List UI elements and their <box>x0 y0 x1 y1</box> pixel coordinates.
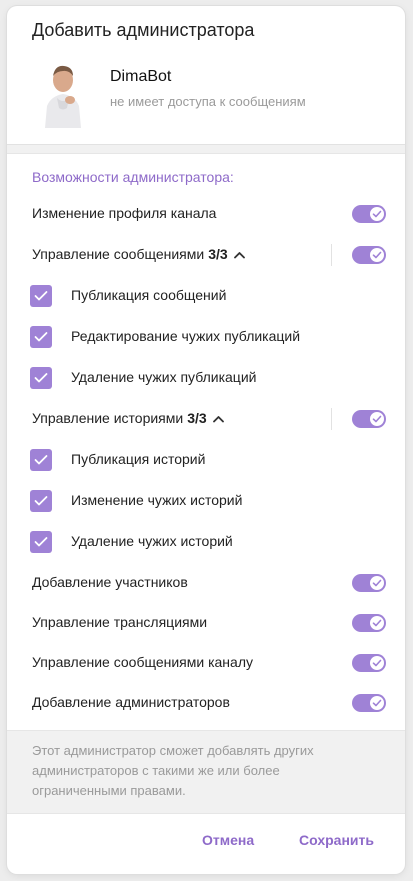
sub-permission-publish-stories[interactable]: Публикация историй <box>7 443 405 477</box>
permission-toggle[interactable] <box>352 410 386 428</box>
add-admin-dialog: Добавить администратора DimaBot не имеет… <box>7 6 405 874</box>
permission-label: Добавление администраторов <box>32 694 230 710</box>
sub-permission-label: Редактирование чужих публикаций <box>71 328 301 344</box>
sub-permission-edit-stories[interactable]: Изменение чужих историй <box>7 484 405 518</box>
check-icon <box>369 206 385 222</box>
check-icon <box>34 537 48 547</box>
permission-label: Управление трансляциями <box>32 614 208 630</box>
permission-toggle[interactable] <box>352 694 386 712</box>
check-icon <box>34 291 48 301</box>
check-icon <box>369 575 385 591</box>
check-icon <box>34 496 48 506</box>
permission-toggle[interactable] <box>352 246 386 264</box>
permission-label: Управление историями 3/3 <box>32 410 224 426</box>
checkbox[interactable] <box>30 285 52 307</box>
sub-permission-label: Изменение чужих историй <box>71 492 243 508</box>
bot-name: DimaBot <box>110 68 172 85</box>
check-icon <box>34 332 48 342</box>
sub-permission-label: Удаление чужих историй <box>71 533 233 549</box>
permission-name: Управление сообщениями <box>32 246 205 262</box>
checkbox[interactable] <box>30 531 52 553</box>
checkbox[interactable] <box>30 449 52 471</box>
permission-row-manage-channel-messages[interactable]: Управление сообщениями каналу <box>7 646 405 680</box>
checkbox[interactable] <box>30 326 52 348</box>
permission-row-add-members[interactable]: Добавление участников <box>7 566 405 600</box>
permission-toggle[interactable] <box>352 205 386 223</box>
checkbox[interactable] <box>30 367 52 389</box>
divider <box>7 144 405 154</box>
section-title: Возможности администратора: <box>32 169 234 185</box>
avatar <box>37 56 89 128</box>
permission-count: 3/3 <box>208 246 228 262</box>
sub-permission-label: Публикация историй <box>71 451 206 467</box>
permission-row-manage-streams[interactable]: Управление трансляциями <box>7 606 405 640</box>
cancel-button[interactable]: Отмена <box>202 832 254 848</box>
divider <box>331 408 332 430</box>
sub-permission-label: Публикация сообщений <box>71 287 227 303</box>
check-icon <box>369 247 385 263</box>
permission-row-manage-stories[interactable]: Управление историями 3/3 <box>7 402 405 436</box>
footer-note: Этот администратор сможет добавлять друг… <box>32 743 314 798</box>
permission-label: Управление сообщениями каналу <box>32 654 253 670</box>
permission-toggle[interactable] <box>352 614 386 632</box>
sub-permission-edit-messages[interactable]: Редактирование чужих публикаций <box>7 320 405 354</box>
permission-label: Добавление участников <box>32 574 188 590</box>
check-icon <box>369 615 385 631</box>
permission-count: 3/3 <box>187 410 207 426</box>
sub-permission-publish-messages[interactable]: Публикация сообщений <box>7 279 405 313</box>
checkbox[interactable] <box>30 490 52 512</box>
permission-name: Управление историями <box>32 410 184 426</box>
check-icon <box>34 455 48 465</box>
chevron-up-icon[interactable] <box>233 247 245 262</box>
permission-toggle[interactable] <box>352 574 386 592</box>
dialog-title: Добавить администратора <box>32 20 255 40</box>
divider <box>331 244 332 266</box>
check-icon <box>369 695 385 711</box>
sub-permission-label: Удаление чужих публикаций <box>71 369 257 385</box>
permission-row-add-admins[interactable]: Добавление администраторов <box>7 686 405 720</box>
permission-row-change-profile[interactable]: Изменение профиля канала <box>7 197 405 231</box>
check-icon <box>369 411 385 427</box>
avatar-image <box>37 56 89 128</box>
chevron-up-icon[interactable] <box>212 411 224 426</box>
permission-row-manage-messages[interactable]: Управление сообщениями 3/3 <box>7 238 405 272</box>
permission-label: Управление сообщениями 3/3 <box>32 246 245 262</box>
check-icon <box>369 655 385 671</box>
save-button[interactable]: Сохранить <box>299 832 374 848</box>
footer-info: Этот администратор сможет добавлять друг… <box>7 730 405 814</box>
permission-label: Изменение профиля канала <box>32 205 217 221</box>
check-icon <box>34 373 48 383</box>
sub-permission-delete-stories[interactable]: Удаление чужих историй <box>7 525 405 559</box>
bot-status: не имеет доступа к сообщениям <box>110 94 306 109</box>
permission-toggle[interactable] <box>352 654 386 672</box>
sub-permission-delete-messages[interactable]: Удаление чужих публикаций <box>7 361 405 395</box>
